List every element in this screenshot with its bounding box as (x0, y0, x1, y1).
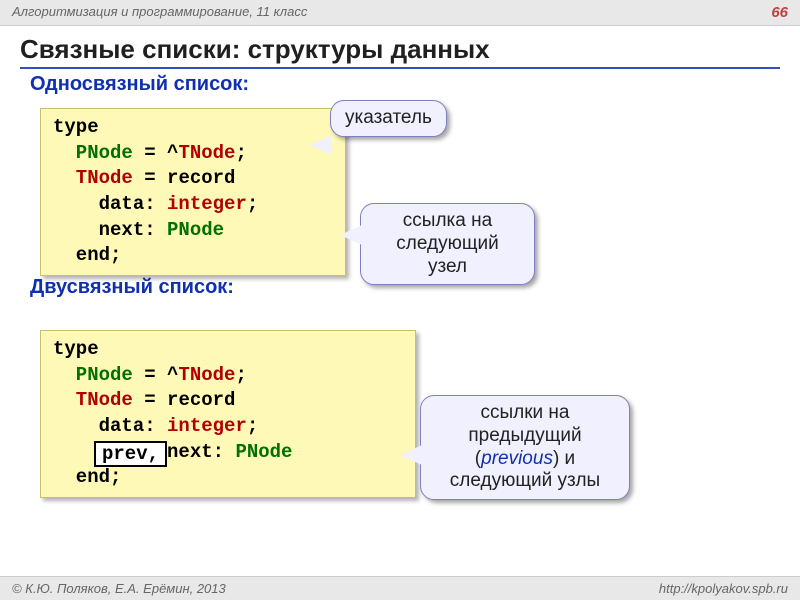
code-token: end; (53, 244, 121, 266)
slide-footer: © К.Ю. Поляков, Е.А. Ерёмин, 2013 http:/… (0, 576, 800, 600)
bubble-pointer: указатель (330, 100, 447, 137)
bubble-text-italic: previous (481, 448, 553, 469)
bubble-prev-next: ссылки на предыдущий (previous) и следую… (420, 395, 630, 500)
slide-header: Алгоритмизация и программирование, 11 кл… (0, 0, 800, 26)
code-token: = ^ (133, 142, 179, 164)
code-token: ; (235, 364, 246, 386)
code-token: TNode (53, 389, 133, 411)
code-token: TNode (53, 167, 133, 189)
code-token: ; (247, 415, 258, 437)
bubble-tail-icon (310, 135, 332, 155)
prev-label: prev, (102, 443, 159, 465)
slide-title: Связные списки: структуры данных (20, 34, 780, 69)
code-token: TNode (178, 364, 235, 386)
code-token: data: (53, 193, 167, 215)
page-number: 66 (771, 4, 788, 21)
code-token: end; (53, 466, 121, 488)
bubble-text: указатель (345, 107, 432, 128)
code-token: record (167, 167, 235, 189)
code-token: ; (235, 142, 246, 164)
code-token: = ^ (133, 364, 179, 386)
code-block-double: type PNode = ^TNode; TNode = record data… (40, 330, 416, 498)
bubble-text: ссылка на следующий узел (396, 210, 498, 277)
code-token: integer (167, 415, 247, 437)
code-token: integer (167, 193, 247, 215)
subtitle-single: Односвязный список: (30, 73, 800, 96)
code-token: record (167, 389, 235, 411)
code-block-single: type PNode = ^TNode; TNode = record data… (40, 108, 346, 276)
code-token: PNode (167, 219, 224, 241)
code-token: PNode (53, 142, 133, 164)
code-line: type (53, 116, 99, 138)
course-title: Алгоритмизация и программирование, 11 кл… (12, 4, 307, 21)
code-token: next: (53, 219, 167, 241)
bubble-tail-icon (340, 225, 362, 245)
code-token: data: (53, 415, 167, 437)
code-token: ; (247, 193, 258, 215)
footer-url: http://kpolyakov.spb.ru (659, 581, 788, 596)
code-token: = (133, 167, 167, 189)
code-token: = (133, 389, 167, 411)
code-token: PNode (235, 441, 292, 463)
code-token: PNode (53, 364, 133, 386)
copyright: © К.Ю. Поляков, Е.А. Ерёмин, 2013 (12, 581, 226, 596)
bubble-next-link: ссылка на следующий узел (360, 203, 535, 285)
prev-highlight-box: prev, (94, 441, 167, 467)
bubble-tail-icon (400, 445, 422, 465)
code-line: type (53, 338, 99, 360)
code-token: TNode (178, 142, 235, 164)
